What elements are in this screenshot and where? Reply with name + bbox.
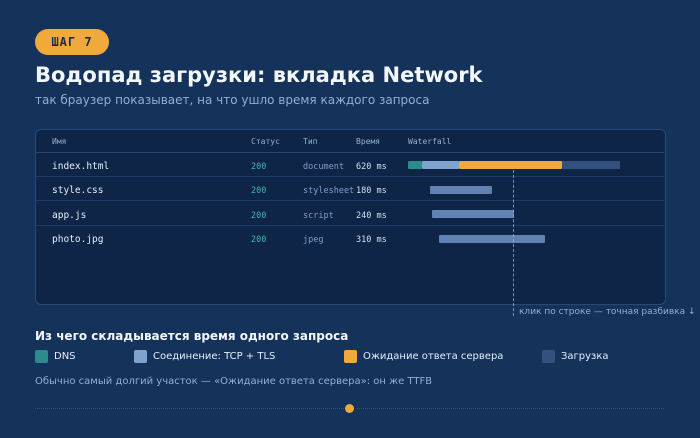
request-name[interactable]: index.html — [52, 161, 109, 172]
column-header-time[interactable]: Время — [356, 137, 380, 146]
time-marker-line — [513, 170, 514, 316]
progress-current-dot[interactable] — [345, 404, 354, 413]
header-divider — [36, 152, 664, 153]
legend-swatch-wait — [344, 350, 357, 363]
row-click-hint: клик по строке — точная разбивка ↓ — [519, 307, 696, 317]
legend-title: Из чего складывается время одного запрос… — [35, 329, 349, 343]
request-name[interactable]: photo.jpg — [52, 234, 103, 245]
request-status: 200 — [251, 186, 267, 196]
legend-swatch-connect — [134, 350, 147, 363]
legend-label-wait: Ожидание ответа сервера — [363, 351, 504, 362]
step-badge: ШАГ 7 — [35, 29, 109, 55]
request-type: script — [303, 211, 334, 221]
waterfall-segment-request — [438, 235, 545, 243]
request-time: 240 ms — [356, 211, 387, 221]
column-header-type[interactable]: Тип — [303, 137, 317, 146]
request-status: 200 — [251, 162, 267, 172]
legend-swatch-dns — [35, 350, 48, 363]
waterfall-segment-request — [430, 186, 492, 194]
column-header-waterfall[interactable]: Waterfall — [408, 137, 451, 146]
request-name[interactable]: app.js — [52, 210, 86, 221]
row-divider — [36, 200, 664, 201]
request-time: 620 ms — [356, 162, 387, 172]
column-header-status[interactable]: Статус — [251, 137, 280, 146]
legend-label-dns: DNS — [54, 351, 76, 362]
request-type: stylesheet — [303, 186, 355, 196]
waterfall-segment-download — [561, 161, 620, 169]
network-panel — [35, 129, 666, 305]
request-status: 200 — [251, 235, 267, 245]
page-subtitle: так браузер показывает, на что ушло врем… — [35, 93, 430, 107]
row-divider — [36, 225, 664, 226]
column-header-name[interactable]: Имя — [52, 137, 66, 146]
page-title: Водопад загрузки: вкладка Network — [35, 63, 483, 87]
request-status: 200 — [251, 211, 267, 221]
legend-swatch-download — [542, 350, 555, 363]
waterfall-segment-connect — [421, 161, 460, 169]
waterfall-segment-dns — [408, 161, 422, 169]
waterfall-segment-wait — [459, 161, 562, 169]
legend-label-connect: Соединение: TCP + TLS — [153, 351, 276, 362]
request-time: 310 ms — [356, 235, 387, 245]
waterfall-segment-request — [431, 210, 514, 218]
footnote: Обычно самый долгий участок — «Ожидание … — [35, 376, 433, 387]
row-divider — [36, 176, 664, 177]
request-type: document — [303, 162, 344, 172]
request-name[interactable]: style.css — [52, 185, 103, 196]
request-time: 180 ms — [356, 186, 387, 196]
legend-label-download: Загрузка — [561, 351, 609, 362]
request-type: jpeg — [303, 235, 324, 245]
